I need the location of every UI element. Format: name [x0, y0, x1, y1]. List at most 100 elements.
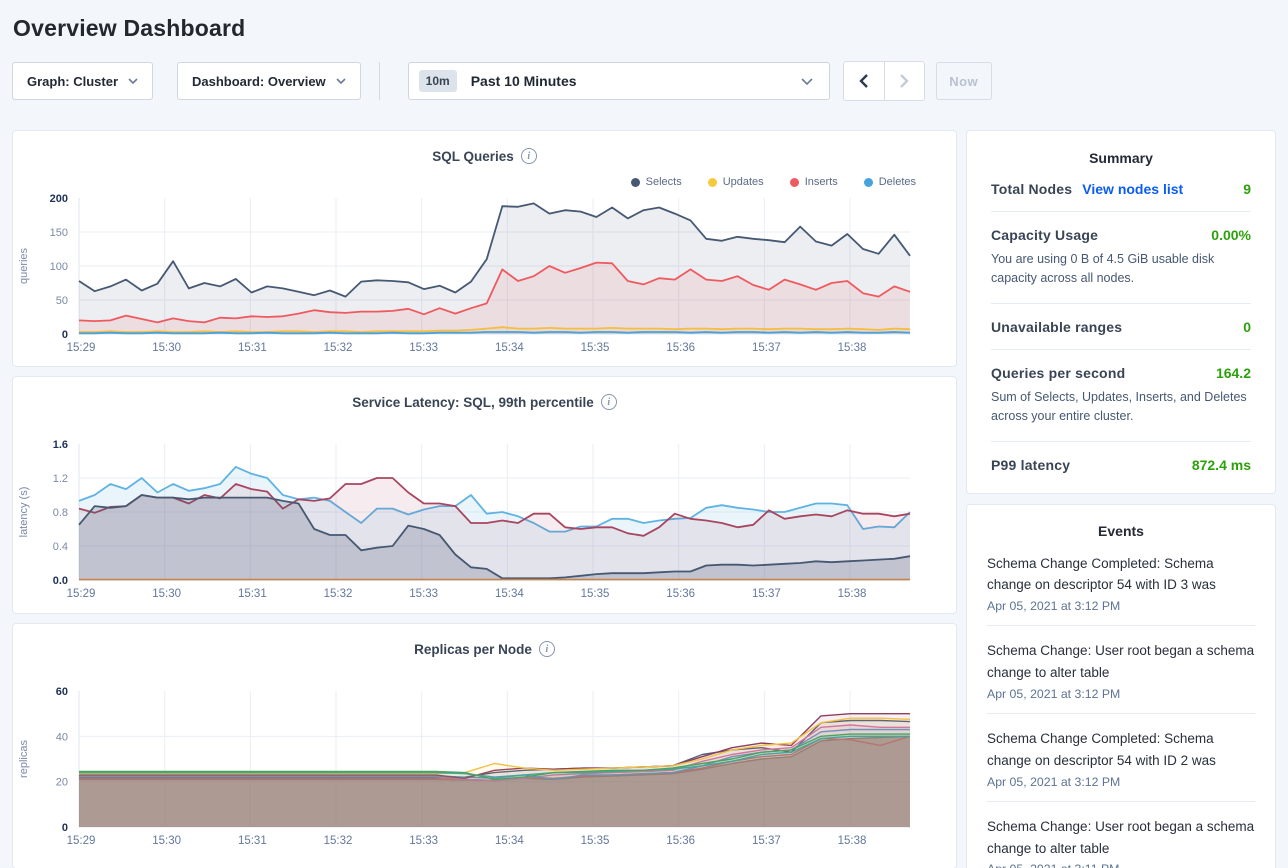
svg-text:200: 200: [50, 193, 68, 205]
now-button[interactable]: Now: [936, 62, 992, 100]
event-timestamp: Apr 05, 2021 at 3:12 PM: [987, 687, 1255, 701]
info-icon[interactable]: i: [521, 148, 537, 164]
overview-dashboard-page: Overview Dashboard Graph: Cluster Dashbo…: [0, 0, 1288, 868]
legend-dot: [864, 178, 873, 187]
chevron-left-icon: [859, 74, 868, 88]
svg-text:replicas: replicas: [18, 740, 30, 778]
info-icon[interactable]: i: [539, 641, 555, 657]
unavailable-ranges-label: Unavailable ranges: [991, 319, 1122, 335]
svg-text:15:34: 15:34: [495, 588, 524, 600]
graph-dropdown[interactable]: Graph: Cluster: [12, 62, 153, 100]
total-nodes-value: 9: [1243, 181, 1251, 197]
service-latency-chart[interactable]: 15:2915:3015:3115:3215:3315:3415:3515:36…: [13, 438, 943, 610]
svg-text:15:38: 15:38: [838, 342, 867, 354]
capacity-usage-label: Capacity Usage: [991, 227, 1098, 243]
svg-text:15:29: 15:29: [67, 835, 96, 847]
info-icon[interactable]: i: [601, 394, 617, 410]
time-range-badge: 10m: [419, 70, 457, 92]
svg-text:0.0: 0.0: [53, 575, 68, 587]
dashboard-dropdown-label: Dashboard: Overview: [192, 74, 326, 89]
summary-row-capacity: Capacity Usage 0.00% You are using 0 B o…: [991, 212, 1251, 304]
svg-text:15:34: 15:34: [495, 342, 524, 354]
svg-text:15:33: 15:33: [409, 835, 438, 847]
chevron-down-icon: [801, 78, 813, 85]
svg-text:15:33: 15:33: [409, 588, 438, 600]
replicas-per-node-chart[interactable]: 15:2915:3015:3115:3215:3315:3415:3515:36…: [13, 685, 943, 857]
svg-text:15:34: 15:34: [495, 835, 524, 847]
svg-text:15:30: 15:30: [152, 342, 181, 354]
events-title: Events: [967, 523, 1275, 539]
view-nodes-list-link[interactable]: View nodes list: [1082, 181, 1183, 197]
chart-title-row: Service Latency: SQL, 99th percentile i: [13, 392, 956, 412]
svg-text:15:35: 15:35: [581, 588, 610, 600]
qps-value: 164.2: [1216, 365, 1251, 381]
svg-text:15:35: 15:35: [581, 835, 610, 847]
summary-title: Summary: [967, 150, 1275, 166]
svg-text:15:31: 15:31: [238, 342, 267, 354]
total-nodes-label: Total Nodes: [991, 181, 1072, 197]
svg-text:latency (s): latency (s): [18, 487, 30, 538]
sidebar-column: Summary Total Nodes View nodes list 9 Ca…: [966, 130, 1276, 868]
svg-text:15:29: 15:29: [67, 588, 96, 600]
legend-item-deletes[interactable]: Deletes: [864, 174, 916, 190]
event-timestamp: Apr 05, 2021 at 3:12 PM: [987, 775, 1255, 789]
legend-dot: [631, 178, 640, 187]
chevron-down-icon: [128, 78, 138, 84]
chart-legend: Selects Updates Inserts Deletes: [13, 166, 956, 190]
legend-item-inserts[interactable]: Inserts: [790, 174, 838, 190]
event-text: Schema Change Completed: Schema change o…: [987, 553, 1255, 597]
events-panel: Events Schema Change Completed: Schema c…: [966, 504, 1276, 868]
svg-text:15:36: 15:36: [666, 835, 695, 847]
time-range-picker[interactable]: 10m Past 10 Minutes: [408, 62, 830, 100]
svg-text:15:31: 15:31: [238, 835, 267, 847]
svg-text:100: 100: [50, 261, 68, 273]
svg-text:20: 20: [56, 777, 68, 789]
service-latency-chart-panel: Service Latency: SQL, 99th percentile i …: [12, 376, 957, 614]
legend-dot: [790, 178, 799, 187]
svg-text:0: 0: [62, 329, 68, 341]
unavailable-ranges-value: 0: [1243, 319, 1251, 335]
dashboard-dropdown[interactable]: Dashboard: Overview: [177, 62, 361, 100]
prev-range-button[interactable]: [844, 62, 884, 100]
svg-text:15:37: 15:37: [752, 342, 781, 354]
svg-text:15:38: 15:38: [838, 835, 867, 847]
summary-row-total-nodes: Total Nodes View nodes list 9: [991, 166, 1251, 212]
svg-text:15:33: 15:33: [409, 342, 438, 354]
chart-title: SQL Queries: [432, 149, 514, 164]
dashboard-controls: Graph: Cluster Dashboard: Overview 10m P…: [12, 62, 1288, 100]
svg-text:15:32: 15:32: [324, 342, 353, 354]
svg-text:150: 150: [50, 227, 68, 239]
svg-text:queries: queries: [18, 247, 30, 284]
svg-text:60: 60: [56, 686, 68, 698]
svg-text:50: 50: [56, 295, 68, 307]
event-item[interactable]: Schema Change: User root began a schema …: [987, 802, 1255, 868]
dashboard-content: SQL Queries i Selects Updates Inserts De…: [12, 130, 1276, 868]
svg-text:15:32: 15:32: [324, 835, 353, 847]
controls-divider: [379, 62, 380, 100]
event-timestamp: Apr 05, 2021 at 3:12 PM: [987, 599, 1255, 613]
svg-text:15:30: 15:30: [152, 588, 181, 600]
legend-item-updates[interactable]: Updates: [708, 174, 764, 190]
svg-text:15:29: 15:29: [67, 342, 96, 354]
svg-text:15:31: 15:31: [238, 588, 267, 600]
svg-text:15:37: 15:37: [752, 835, 781, 847]
page-title: Overview Dashboard: [0, 0, 1288, 42]
event-timestamp: Apr 05, 2021 at 3:11 PM: [987, 862, 1255, 868]
next-range-button[interactable]: [884, 62, 924, 100]
graph-dropdown-label: Graph: Cluster: [27, 74, 118, 89]
charts-column: SQL Queries i Selects Updates Inserts De…: [12, 130, 957, 868]
svg-text:15:36: 15:36: [666, 588, 695, 600]
chart-title-row: SQL Queries i: [13, 146, 956, 166]
chevron-down-icon: [336, 78, 346, 84]
capacity-usage-value: 0.00%: [1211, 227, 1251, 243]
event-item[interactable]: Schema Change Completed: Schema change o…: [987, 714, 1255, 802]
sql-queries-chart[interactable]: 15:2915:3015:3115:3215:3315:3415:3515:36…: [13, 192, 943, 364]
event-item[interactable]: Schema Change Completed: Schema change o…: [987, 539, 1255, 627]
p99-latency-label: P99 latency: [991, 457, 1070, 473]
event-item[interactable]: Schema Change: User root began a schema …: [987, 626, 1255, 714]
legend-item-selects[interactable]: Selects: [631, 174, 682, 190]
svg-text:15:37: 15:37: [752, 588, 781, 600]
chart-title: Replicas per Node: [414, 642, 532, 657]
svg-text:40: 40: [56, 731, 68, 743]
svg-text:15:35: 15:35: [581, 342, 610, 354]
